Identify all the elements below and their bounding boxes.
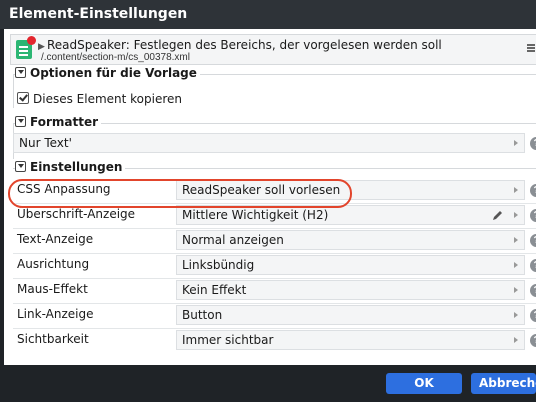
chevron-right-icon [514, 140, 518, 146]
setting-label-text: Text-Anzeige [17, 232, 94, 246]
alignment-select[interactable]: Linksbündig [176, 255, 525, 275]
copy-element-label: Dieses Element kopieren [33, 92, 183, 106]
hamburger-menu-icon[interactable] [527, 44, 535, 46]
pencil-icon[interactable] [492, 209, 504, 221]
help-icon[interactable]: ? [530, 284, 536, 297]
copy-element-checkbox-row[interactable]: Dieses Element kopieren [17, 92, 182, 106]
help-icon[interactable]: ? [530, 184, 536, 197]
element-title: ReadSpeaker: Festlegen des Bereichs, der… [47, 38, 442, 52]
setting-label-visibility: Sichtbarkeit [17, 332, 89, 346]
help-icon[interactable]: ? [530, 137, 536, 150]
section-formatter[interactable]: Formatter [15, 115, 102, 129]
collapse-toggle-icon[interactable] [15, 161, 26, 172]
collapse-toggle-icon[interactable] [15, 116, 26, 127]
chevron-right-icon [514, 262, 518, 268]
section-template-options[interactable]: Optionen für die Vorlage [15, 66, 200, 80]
section-legend-label: Formatter [30, 115, 99, 129]
heading-display-value: Mittlere Wichtigkeit (H2) [182, 208, 329, 222]
formatter-value: Nur Text' [19, 136, 72, 150]
alignment-value: Linksbündig [182, 258, 255, 272]
chevron-right-icon [514, 287, 518, 293]
formatter-select[interactable]: Nur Text' [13, 133, 525, 153]
help-icon[interactable]: ? [530, 309, 536, 322]
link-display-value: Button [182, 308, 223, 322]
chevron-right-icon [514, 212, 518, 218]
copy-element-checkbox[interactable] [17, 92, 29, 104]
dialog-title: Element-Einstellungen [0, 0, 536, 29]
element-path: /.content/section-m/cs_00378.xml [41, 52, 190, 63]
help-icon[interactable]: ? [530, 234, 536, 247]
mouse-effect-select[interactable]: Kein Effekt [176, 280, 525, 300]
dialog-footer: OK Abbrechen [4, 365, 536, 402]
chevron-right-icon [514, 237, 518, 243]
section-legend-label: Optionen für die Vorlage [30, 66, 197, 80]
chevron-right-icon [514, 187, 518, 193]
annotation-highlight [8, 179, 352, 208]
chevron-right-icon [514, 312, 518, 318]
element-header: ▶ ReadSpeaker: Festlegen des Bereichs, d… [10, 34, 536, 65]
setting-label-mouse: Maus-Effekt [17, 282, 88, 296]
ok-button[interactable]: OK [386, 373, 462, 394]
setting-label-alignment: Ausrichtung [17, 257, 90, 271]
document-icon [16, 36, 36, 59]
visibility-value: Immer sichtbar [182, 333, 274, 347]
heading-display-select[interactable]: Mittlere Wichtigkeit (H2) [176, 205, 525, 225]
help-icon[interactable]: ? [530, 209, 536, 222]
visibility-select[interactable]: Immer sichtbar [176, 330, 525, 350]
section-settings[interactable]: Einstellungen [15, 160, 126, 174]
text-display-select[interactable]: Normal anzeigen [176, 230, 525, 250]
mouse-effect-value: Kein Effekt [182, 283, 247, 297]
link-display-select[interactable]: Button [176, 305, 525, 325]
section-legend-label: Einstellungen [30, 160, 123, 174]
help-icon[interactable]: ? [530, 259, 536, 272]
setting-label-heading: Überschrift-Anzeige [17, 207, 136, 221]
text-display-value: Normal anzeigen [182, 233, 284, 247]
help-icon[interactable]: ? [530, 334, 536, 347]
cancel-button[interactable]: Abbrechen [471, 373, 536, 394]
dialog-content: ▶ ReadSpeaker: Festlegen des Bereichs, d… [4, 29, 536, 365]
collapse-toggle-icon[interactable] [15, 67, 26, 78]
expand-arrow-icon[interactable]: ▶ [38, 41, 45, 52]
chevron-right-icon [514, 337, 518, 343]
setting-label-link: Link-Anzeige [17, 307, 94, 321]
